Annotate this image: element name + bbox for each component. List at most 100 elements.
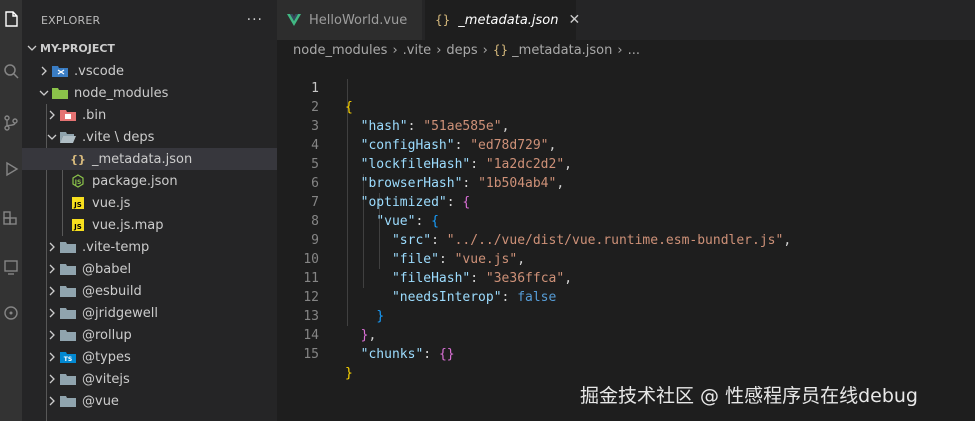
breadcrumb-item[interactable]: .vite [403, 43, 432, 58]
chevron-right-icon: › [436, 42, 442, 58]
tree-item-babel[interactable]: @babel [22, 258, 277, 280]
tree-item-esbuild[interactable]: @esbuild [22, 280, 277, 302]
project-name: MY-PROJECT [40, 41, 115, 55]
files-icon[interactable] [0, 8, 22, 30]
tree-item-types[interactable]: TS @types [22, 346, 277, 368]
code-line: 1 { [277, 60, 975, 115]
tree-item-label: node_modules [74, 85, 169, 101]
code-line: 8 "src": "../../vue/dist/vue.runtime.esm… [277, 193, 975, 248]
timeline-icon[interactable] [0, 302, 22, 324]
tree-item-vite-temp[interactable]: .vite-temp [22, 236, 277, 258]
tree-item-label: @types [82, 349, 131, 365]
chevron-down-icon [36, 85, 52, 101]
tree-item-label: vue.js [92, 195, 131, 211]
code-token: "chunks" [360, 347, 424, 362]
chevron-right-icon: › [617, 42, 623, 58]
extensions-icon[interactable] [0, 208, 22, 230]
node-folder-icon [52, 86, 68, 100]
tree-item-vue-js[interactable]: JS vue.js [22, 192, 277, 214]
tree-item-label: vue.js.map [92, 217, 164, 233]
tree-item-label: @babel [82, 261, 132, 277]
chevron-right-icon [44, 283, 60, 299]
tab-label: _metadata.json [458, 12, 559, 28]
remote-explorer-icon[interactable] [0, 256, 22, 278]
tree-item-label: package.json [92, 173, 178, 189]
code-line: 9 "file": "vue.js", [277, 212, 975, 267]
json-icon: {} [492, 43, 509, 57]
code-token: } [345, 366, 353, 381]
tree-item-vue[interactable]: @vue [22, 390, 277, 412]
tree-item-vscode[interactable]: .vscode [22, 60, 277, 82]
source-control-icon[interactable] [0, 112, 22, 134]
js-map-icon: JS [70, 218, 86, 232]
breadcrumb-item[interactable]: _metadata.json [512, 43, 612, 58]
tree-item-label: .bin [82, 107, 107, 123]
folder-icon [60, 372, 76, 386]
code-line: 15 } [277, 326, 975, 381]
tree-item-bin[interactable]: .bin [22, 104, 277, 126]
js-icon: JS [70, 196, 86, 210]
line-number: 15 [303, 347, 319, 362]
chevron-right-icon [44, 305, 60, 321]
code-line: 12 } [277, 269, 975, 324]
json-icon: {} [435, 13, 451, 27]
breadcrumb-item[interactable]: node_modules [293, 43, 387, 58]
search-icon[interactable] [0, 60, 22, 82]
tree-item-node-modules[interactable]: node_modules [22, 82, 277, 104]
explorer-header: EXPLORER ··· [22, 0, 277, 40]
code-token: {} [438, 347, 455, 362]
types-folder-icon: TS [60, 350, 76, 364]
tab-bar: HelloWorld.vue {} _metadata.json ✕ [277, 0, 975, 40]
chevron-right-icon [44, 239, 60, 255]
code-line: 4 "lockfileHash": "1a2dc2d2", [277, 117, 975, 172]
code-line: 3 "configHash": "ed78d729", [277, 98, 975, 153]
tree-item-metadata-json[interactable]: {} _metadata.json [22, 148, 277, 170]
package-json-icon: JS [70, 174, 86, 188]
code-line: 2 "hash": "51ae585e", [277, 79, 975, 134]
code-line: 5 "browserHash": "1b504ab4", [277, 136, 975, 191]
project-section[interactable]: MY-PROJECT [22, 37, 277, 59]
bin-folder-icon [60, 108, 76, 122]
explorer-title: EXPLORER [41, 13, 101, 27]
svg-text:JS: JS [74, 179, 82, 186]
tree-item-vue-js-map[interactable]: JS vue.js.map [22, 214, 277, 236]
folder-icon [60, 262, 76, 276]
chevron-right-icon [36, 63, 52, 79]
tree-item-label: .vscode [74, 63, 124, 79]
chevron-down-icon [44, 129, 60, 145]
tab-metadata-json[interactable]: {} _metadata.json ✕ [425, 0, 580, 40]
svg-text:JS: JS [73, 223, 82, 231]
svg-text:JS: JS [73, 201, 82, 209]
run-debug-icon[interactable] [0, 158, 22, 180]
tab-label: HelloWorld.vue [309, 12, 408, 28]
tree-item-vitejs[interactable]: @vitejs [22, 368, 277, 390]
close-icon[interactable]: ✕ [569, 12, 581, 28]
chevron-right-icon [44, 261, 60, 277]
chevron-right-icon [44, 327, 60, 343]
folder-icon [60, 394, 76, 408]
tree-item-label: @esbuild [82, 283, 142, 299]
breadcrumb-item[interactable]: deps [446, 43, 477, 58]
folder-icon [60, 328, 76, 342]
breadcrumb: node_modules › .vite › deps › {} _metada… [277, 40, 975, 60]
folder-open-icon [60, 130, 76, 144]
chevron-right-icon [44, 393, 60, 409]
folder-icon [60, 240, 76, 254]
tab-helloworld-vue[interactable]: HelloWorld.vue [277, 0, 422, 40]
code-line: 10 "fileHash": "3e36ffca", [277, 231, 975, 286]
tree-item-package-json[interactable]: JS package.json [22, 170, 277, 192]
tree-item-label: .vite-temp [82, 239, 150, 255]
explorer-sidebar: EXPLORER ··· MY-PROJECT .vscode node_mod… [22, 0, 277, 421]
activity-bar [0, 0, 22, 421]
tree-item-label: @vitejs [82, 371, 130, 387]
chevron-right-icon [44, 107, 60, 123]
code-line: 6 "optimized": { [277, 155, 975, 210]
tree-item-label: @rollup [82, 327, 132, 343]
breadcrumb-item[interactable]: ... [628, 43, 640, 58]
tree-item-rollup[interactable]: @rollup [22, 324, 277, 346]
more-actions-icon[interactable]: ··· [247, 12, 263, 28]
tree-item-jridgewell[interactable]: @jridgewell [22, 302, 277, 324]
tree-item-vite-deps[interactable]: .vite \ deps [22, 126, 277, 148]
chevron-right-icon: › [482, 42, 488, 58]
folder-icon [60, 306, 76, 320]
